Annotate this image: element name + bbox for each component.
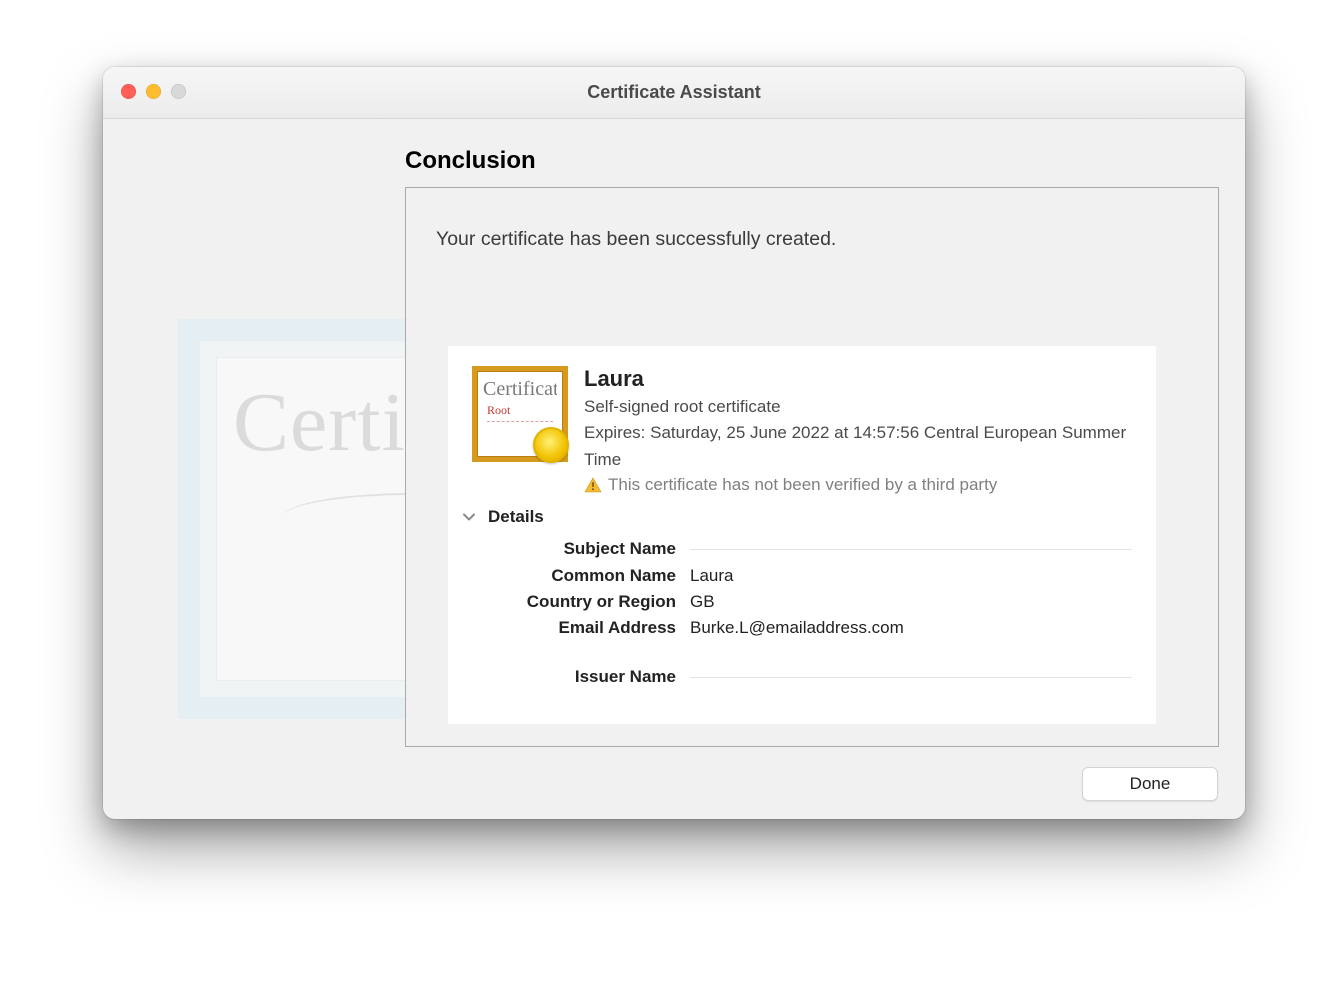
cert-icon-root: Root (487, 403, 510, 418)
cert-icon-divider (487, 421, 553, 422)
field-label: Email Address (472, 618, 676, 638)
field-country: Country or Region GB (472, 589, 1132, 615)
subject-name-header: Subject Name (472, 535, 676, 563)
result-box: Your certificate has been successfully c… (405, 187, 1219, 747)
divider (690, 677, 1132, 678)
titlebar: Certificate Assistant (103, 67, 1245, 119)
cert-icon-script: Certificate (483, 379, 557, 399)
details-disclosure[interactable]: Details (448, 503, 1156, 535)
subject-name-section: Subject Name Common Name Laura Country o… (448, 535, 1156, 645)
field-email: Email Address Burke.L@emailaddress.com (472, 615, 1132, 641)
certificate-warning-row: This certificate has not been verified b… (584, 475, 1132, 495)
certificate-name: Laura (584, 366, 1132, 392)
certificate-info: Laura Self-signed root certificate Expir… (584, 366, 1132, 495)
certificate-icon: Certificate Root (472, 366, 568, 462)
field-common-name: Common Name Laura (472, 563, 1132, 589)
field-value: GB (690, 592, 1132, 612)
field-value: Burke.L@emailaddress.com (690, 618, 1132, 638)
issuer-name-header: Issuer Name (472, 663, 676, 691)
content-area: Conclusion Certific Your certificate has… (103, 119, 1245, 819)
minimize-window-button[interactable] (146, 84, 161, 99)
issuer-name-section: Issuer Name (448, 663, 1156, 695)
window-title: Certificate Assistant (587, 82, 760, 103)
zoom-window-button (171, 84, 186, 99)
page-heading: Conclusion (405, 147, 536, 175)
certificate-expiry: Expires: Saturday, 25 June 2022 at 14:57… (584, 420, 1132, 473)
done-button-label: Done (1130, 774, 1171, 794)
cert-icon-seal (533, 427, 569, 463)
details-label: Details (488, 507, 544, 527)
close-window-button[interactable] (121, 84, 136, 99)
certificate-warning-text: This certificate has not been verified b… (608, 475, 997, 495)
certificate-assistant-window: Certificate Assistant Conclusion Certifi… (103, 67, 1245, 819)
field-label: Common Name (472, 566, 676, 586)
chevron-down-icon (460, 508, 478, 526)
divider (690, 549, 1132, 550)
warning-triangle-icon (584, 476, 602, 494)
success-message: Your certificate has been successfully c… (436, 228, 836, 251)
certificate-details-panel: Certificate Root Laura Self-signed root … (448, 346, 1156, 724)
done-button[interactable]: Done (1082, 767, 1218, 801)
certificate-header: Certificate Root Laura Self-signed root … (448, 346, 1156, 503)
field-value: Laura (690, 566, 1132, 586)
certificate-type: Self-signed root certificate (584, 394, 1132, 420)
traffic-lights (121, 84, 186, 99)
field-label: Country or Region (472, 592, 676, 612)
